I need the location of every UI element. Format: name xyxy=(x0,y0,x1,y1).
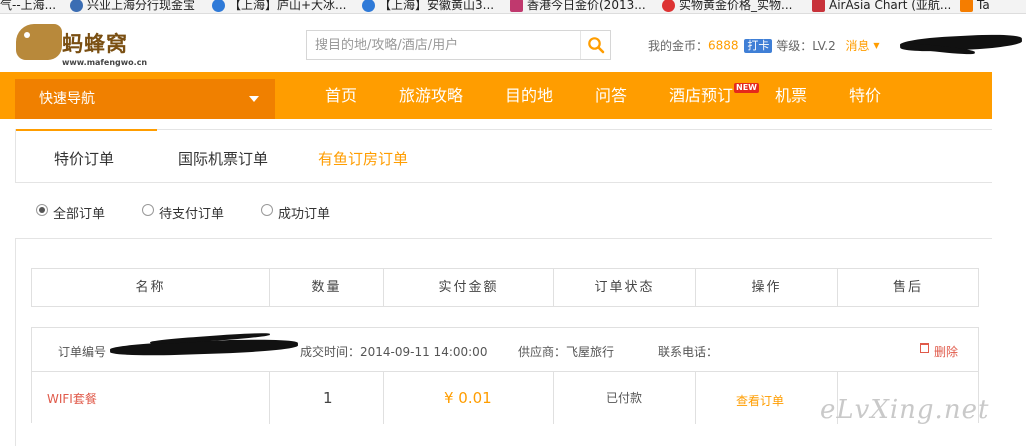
logo-url: www.mafengwo.cn xyxy=(62,58,148,67)
bookmark-label: Ta xyxy=(977,0,990,12)
nav-item-flights[interactable]: 机票 xyxy=(775,72,807,119)
order-phone: 联系电话： xyxy=(658,345,719,359)
bookmark-label: 气--上海... xyxy=(0,0,57,12)
radio-success-orders[interactable] xyxy=(261,204,273,216)
airasia-icon xyxy=(812,0,825,12)
new-badge: NEW xyxy=(734,83,759,93)
item-amount: ¥ 0.01 xyxy=(444,389,492,407)
filter-label-pending[interactable]: 待支付订单 xyxy=(159,203,224,222)
nav-item-destinations[interactable]: 目的地 xyxy=(505,72,553,119)
order-status: 已付款 xyxy=(606,391,643,405)
tab-hotel-orders[interactable]: 有鱼订房订单 xyxy=(318,130,408,182)
delete-order-link[interactable]: 删除 xyxy=(934,343,958,360)
blogger-icon xyxy=(960,0,973,12)
search-button[interactable] xyxy=(580,31,610,59)
refresh-icon xyxy=(362,0,375,12)
messages-label: 消息 xyxy=(845,39,870,53)
bookmark-item[interactable]: 香港今日金价(2013... xyxy=(510,0,646,13)
filter-label-all[interactable]: 全部订单 xyxy=(53,203,105,222)
coins-value[interactable]: 6888 xyxy=(708,39,739,53)
quick-nav-label: 快速导航 xyxy=(39,91,95,107)
messages-link[interactable]: 消息 ▼ xyxy=(845,38,880,53)
bookmark-item[interactable]: 兴业上海分行现金宝 xyxy=(70,0,196,13)
nav-item-guides[interactable]: 旅游攻略 xyxy=(399,72,463,119)
item-name-link[interactable]: WIFI套餐 xyxy=(47,390,97,407)
main-nav: 快速导航 首页 旅游攻略 目的地 问答 酒店预订 NEW 机票 特价 xyxy=(0,72,992,119)
gem-icon xyxy=(510,0,523,12)
search-box xyxy=(306,30,611,60)
trash-icon xyxy=(920,343,929,353)
column-header-aftersale: 售后 xyxy=(837,269,978,306)
cell-actions: 查看订单 xyxy=(695,372,837,424)
bookmark-label: 实物黄金价格_实物... xyxy=(679,0,793,12)
column-header-status: 订单状态 xyxy=(553,269,695,306)
bookmark-label: 兴业上海分行现金宝 xyxy=(87,0,196,12)
search-icon xyxy=(588,37,605,54)
target-icon xyxy=(662,0,675,12)
bookmark-label: AirAsia Chart (亚航... xyxy=(829,0,952,12)
bookmark-label: 香港今日金价(2013... xyxy=(527,0,646,12)
bookmark-item[interactable]: 【上海】安徽黄山3... xyxy=(362,0,495,13)
quick-nav-dropdown[interactable]: 快速导航 xyxy=(15,79,275,119)
filter-label-success[interactable]: 成功订单 xyxy=(278,203,330,222)
elephant-logo-icon xyxy=(16,24,62,60)
item-quantity: 1 xyxy=(323,389,333,407)
level-label[interactable]: 等级：LV.2 xyxy=(776,39,835,53)
bookmark-label: 【上海】庐山+大冰... xyxy=(229,0,347,12)
chevron-down-icon: ▼ xyxy=(873,41,880,50)
bookmarks-bar: 气--上海... 兴业上海分行现金宝 【上海】庐山+大冰... 【上海】安徽黄山… xyxy=(0,0,1026,14)
view-order-link[interactable]: 查看订单 xyxy=(736,392,784,409)
tab-intl-flight-orders[interactable]: 国际机票订单 xyxy=(178,130,268,182)
caret-down-icon xyxy=(249,96,259,102)
column-header-quantity: 数量 xyxy=(269,269,383,306)
table-header: 名称 数量 实付金额 订单状态 操作 售后 xyxy=(31,268,979,307)
order-tabs: 特价订单 国际机票订单 有鱼订房订单 xyxy=(15,129,992,183)
nav-item-hotels[interactable]: 酒店预订 xyxy=(669,72,733,119)
radio-pending-orders[interactable] xyxy=(142,204,154,216)
logo-text: 蚂蜂窝 xyxy=(62,31,128,56)
bank-icon xyxy=(70,0,83,12)
cell-quantity: 1 xyxy=(269,372,383,424)
search-input[interactable] xyxy=(315,36,575,54)
cell-status: 已付款 xyxy=(553,372,695,424)
coins-label: 我的金币： xyxy=(648,39,709,53)
bookmark-item[interactable]: 实物黄金价格_实物... xyxy=(662,0,793,13)
tab-deal-orders[interactable]: 特价订单 xyxy=(54,130,114,182)
watermark: eLvXing.net xyxy=(820,395,990,425)
site-logo[interactable]: 蚂蜂窝 www.mafengwo.cn xyxy=(16,22,148,70)
order-number-label: 订单编号 xyxy=(58,345,107,359)
bookmark-item[interactable]: 气--上海... xyxy=(0,0,57,13)
bookmark-item[interactable]: AirAsia Chart (亚航... xyxy=(812,0,952,13)
bookmark-item[interactable]: 【上海】庐山+大冰... xyxy=(212,0,347,13)
radio-all-orders[interactable] xyxy=(36,204,48,216)
column-header-actions: 操作 xyxy=(695,269,837,306)
refresh-icon xyxy=(212,0,225,12)
bookmark-label: 【上海】安徽黄山3... xyxy=(379,0,495,12)
nav-item-qa[interactable]: 问答 xyxy=(595,72,627,119)
user-bar: 我的金币：6888 打卡 等级：LV.2 消息 ▼ xyxy=(648,37,880,53)
column-header-name: 名称 xyxy=(135,280,166,295)
nav-item-deals[interactable]: 特价 xyxy=(849,72,881,119)
order-time: 成交时间：2014-09-11 14:00:00 xyxy=(300,345,488,359)
column-header-amount: 实付金额 xyxy=(383,269,553,306)
cell-name: WIFI套餐 xyxy=(32,372,269,424)
cell-amount: ¥ 0.01 xyxy=(383,372,553,424)
checkin-button[interactable]: 打卡 xyxy=(744,38,773,53)
nav-item-home[interactable]: 首页 xyxy=(325,72,357,119)
order-supplier: 供应商：飞屋旅行 xyxy=(518,345,615,359)
bookmark-item[interactable]: Ta xyxy=(960,0,990,13)
